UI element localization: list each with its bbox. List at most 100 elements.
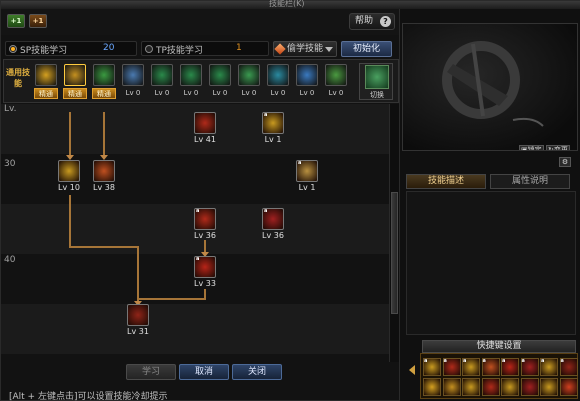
cancel-button[interactable]: 取消 <box>179 364 229 380</box>
learn-button[interactable]: 学习 <box>126 364 176 380</box>
skill-crosshair-b[interactable]: Lv 0 <box>179 63 203 101</box>
quickslot[interactable] <box>442 378 461 396</box>
node-gold-grab-a[interactable]: a Lv 1 <box>261 112 285 146</box>
quickslot-key: a <box>463 358 467 364</box>
quickslot[interactable] <box>501 378 519 396</box>
quickslot-key: a <box>502 358 506 364</box>
quickslot-key: a <box>521 358 525 364</box>
tp-points-value: 1 <box>236 43 242 53</box>
quickslot[interactable] <box>462 378 480 396</box>
points-bar: SP技能学习 20 TP技能学习 1 偷学技能 初始化 <box>1 39 399 59</box>
level-30-label: 30 <box>4 159 16 169</box>
node-red-heavy[interactable]: Lv 31 <box>126 304 150 338</box>
node-level-label: Lv 10 <box>58 183 80 192</box>
quickslot[interactable] <box>559 378 578 396</box>
skill-blue-fighter[interactable]: Lv 0 <box>295 63 319 101</box>
quickslot[interactable]: a <box>481 358 500 376</box>
node-red-circle[interactable]: a Lv 33 <box>193 256 217 290</box>
node-red-circle-icon: a <box>194 256 216 278</box>
tab-attribute-info[interactable]: 属性说明 <box>490 174 570 189</box>
quickslot[interactable]: a <box>442 358 461 376</box>
tree-band <box>1 354 389 362</box>
skill-rise[interactable]: 精通 <box>63 63 87 101</box>
node-key-badge: a <box>264 208 268 214</box>
skill-ice-wings[interactable]: Lv 0 <box>121 63 145 101</box>
skill-rise-icon <box>64 64 86 86</box>
quickslot-panel: aaaaaaaa <box>420 353 578 399</box>
sp-bonus-badge[interactable]: +1 <box>7 14 25 28</box>
quickslot[interactable]: a <box>501 358 519 376</box>
skill-leap[interactable]: 精通 <box>92 63 116 101</box>
quickslot-key: a <box>443 358 447 364</box>
skill-crosshair-a[interactable]: Lv 0 <box>150 63 174 101</box>
scrollbar[interactable] <box>389 104 399 362</box>
swap-button[interactable]: 切换 <box>359 63 393 100</box>
node-gold-grab-b[interactable]: Lv 10 <box>57 160 81 194</box>
cooldown-hint: [Alt + 左键点击]可以设置技能冷却提示 <box>9 392 168 401</box>
quickslot-title: 快捷键设置 <box>422 340 576 353</box>
node-level-label: Lv 36 <box>194 231 216 240</box>
quickslot[interactable] <box>540 378 558 396</box>
change-button[interactable]: ↻变更 <box>546 145 570 150</box>
sp-learn-tab[interactable]: SP技能学习 20 <box>5 41 137 56</box>
node-key-badge: a <box>196 256 200 262</box>
skill-window: 技能栏(K) +1 +1 帮助 ? SP技能学习 20 TP技能学习 1 偷学技… <box>0 0 580 401</box>
node-level-label: Lv 1 <box>264 135 282 144</box>
skill-crosshair-a-icon <box>151 64 173 86</box>
tree-band <box>1 304 389 354</box>
initialize-button[interactable]: 初始化 <box>341 41 392 57</box>
quickslot[interactable]: a <box>462 358 480 376</box>
common-skill-row: 通用技能 精通 精通 精通 Lv 0 Lv 0 Lv 0 Lv 0 Lv 0 Lv 0 Lv 0L… <box>3 59 399 103</box>
tp-learn-tab[interactable]: TP技能学习 1 <box>141 41 269 56</box>
skill-blue-fighter-icon <box>296 64 318 86</box>
connector-line <box>139 298 206 300</box>
tab-skill-description[interactable]: 技能描述 <box>406 174 486 189</box>
skill-ice-wings-icon <box>122 64 144 86</box>
quickslot[interactable]: a <box>520 358 539 376</box>
node-key-badge: a <box>196 208 200 214</box>
skill-level-tag: Lv 0 <box>241 89 257 97</box>
skill-crosshair-b-icon <box>180 64 202 86</box>
connector-line <box>69 112 71 156</box>
node-red-fist-a[interactable]: Lv 41 <box>193 112 217 146</box>
node-red-heavy-icon <box>127 304 149 326</box>
node-key-badge: a <box>264 112 268 118</box>
settings-icon[interactable]: ⚙ <box>559 157 571 167</box>
node-red-fist-b[interactable]: a Lv 36 <box>193 208 217 242</box>
node-red-kick[interactable]: Lv 38 <box>92 160 116 194</box>
connector-line <box>69 195 71 247</box>
node-level-label: Lv 1 <box>298 183 316 192</box>
help-button[interactable]: 帮助 ? <box>349 13 395 30</box>
question-icon: ? <box>380 16 391 27</box>
close-button[interactable]: 关闭 <box>232 364 282 380</box>
skill-green-slash[interactable]: Lv 0 <box>324 63 348 101</box>
quickslot[interactable]: a <box>559 358 578 376</box>
node-level-label: Lv 38 <box>93 183 115 192</box>
level-header-label: Lv. <box>4 104 17 114</box>
skill-cyan-orb[interactable]: Lv 0 <box>266 63 290 101</box>
node-red-fist-c[interactable]: a Lv 36 <box>261 208 285 242</box>
skill-level-tag: Lv 0 <box>328 89 344 97</box>
skill-crosshair-c[interactable]: Lv 0 <box>208 63 232 101</box>
node-gold-throw[interactable]: a Lv 1 <box>295 160 319 194</box>
quickslot[interactable] <box>481 378 500 396</box>
quickslot[interactable] <box>520 378 539 396</box>
quickslot[interactable]: a <box>540 358 558 376</box>
description-panel <box>406 191 576 335</box>
quickslot[interactable]: a <box>423 358 441 376</box>
skill-level-tag: 精通 <box>92 88 116 99</box>
skill-cyan-orb-icon <box>267 64 289 86</box>
node-level-label: Lv 41 <box>194 135 216 144</box>
chevron-left-icon[interactable] <box>409 365 415 375</box>
scrollbar-thumb[interactable] <box>391 192 398 314</box>
swap-icon <box>365 65 389 89</box>
skill-tumble[interactable]: 精通 <box>34 63 58 101</box>
tp-bonus-badge[interactable]: +1 <box>29 14 47 28</box>
quickslot[interactable] <box>423 378 441 396</box>
connector-line <box>69 246 139 248</box>
node-red-kick-icon <box>93 160 115 182</box>
steal-skill-dropdown[interactable]: 偷学技能 <box>273 41 337 57</box>
title-bar[interactable]: 技能栏(K) <box>1 0 580 9</box>
lock-button[interactable]: ▣锁定 <box>519 145 544 150</box>
skill-green-fighter[interactable]: Lv 0 <box>237 63 261 101</box>
